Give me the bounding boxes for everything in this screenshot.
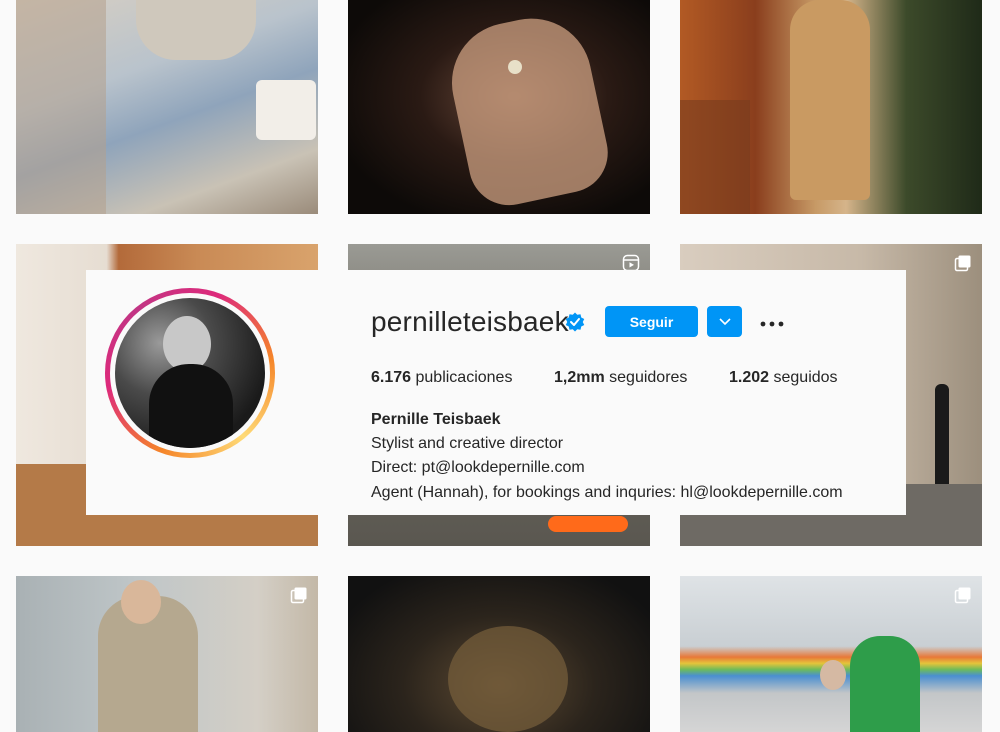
verified-badge-icon <box>565 312 585 332</box>
photo-sweater <box>136 0 256 60</box>
photo-green-coat <box>850 636 920 732</box>
profile-username: pernilleteisbaek <box>371 306 569 337</box>
posts-label: publicaciones <box>415 369 513 386</box>
posts-count: 6.176 <box>371 369 412 386</box>
photo-fence <box>680 100 750 214</box>
bio-line: Agent (Hannah), for bookings and inqurie… <box>371 484 843 501</box>
bio-full-name: Pernille Teisbaek <box>371 411 501 428</box>
following-label: seguidos <box>773 369 838 386</box>
post-thumbnail[interactable] <box>16 576 318 732</box>
more-options-button[interactable] <box>758 308 786 336</box>
chevron-down-icon <box>718 318 731 326</box>
photo-shoe <box>548 516 628 532</box>
followers-label: seguidores <box>609 369 688 386</box>
post-thumbnail[interactable] <box>348 0 650 214</box>
stat-followers[interactable]: 1,2mm seguidores <box>554 369 687 387</box>
photo-ground <box>448 626 568 732</box>
post-thumbnail[interactable] <box>16 0 318 214</box>
stat-posts: 6.176 publicaciones <box>371 369 512 387</box>
avatar-jacket <box>149 364 233 448</box>
suggestions-dropdown-button[interactable] <box>707 306 742 337</box>
photo-face <box>121 580 161 624</box>
post-thumbnail[interactable] <box>680 576 982 732</box>
avatar[interactable] <box>115 298 265 448</box>
more-options-icon <box>760 321 784 326</box>
stat-following[interactable]: 1.202 seguidos <box>729 369 838 387</box>
carousel-icon <box>290 587 307 604</box>
photo-coat <box>790 0 870 200</box>
carousel-icon <box>954 587 971 604</box>
profile-header-card: pernilleteisbaek Seguir 6.176 publicacio… <box>86 270 906 515</box>
story-ring[interactable] <box>105 288 275 458</box>
bio-line: Stylist and creative director <box>371 435 564 452</box>
photo-bag <box>256 80 316 140</box>
photo-wall <box>16 0 106 214</box>
followers-count: 1,2mm <box>554 369 605 386</box>
post-thumbnail[interactable] <box>680 0 982 214</box>
carousel-icon <box>954 255 971 272</box>
follow-button[interactable]: Seguir <box>605 306 698 337</box>
post-thumbnail[interactable] <box>348 576 650 732</box>
photo-ring <box>508 60 522 74</box>
photo-hands <box>440 7 616 213</box>
following-count: 1.202 <box>729 369 770 386</box>
bio-line: Direct: pt@lookdepernille.com <box>371 459 585 476</box>
photo-child <box>820 660 846 690</box>
